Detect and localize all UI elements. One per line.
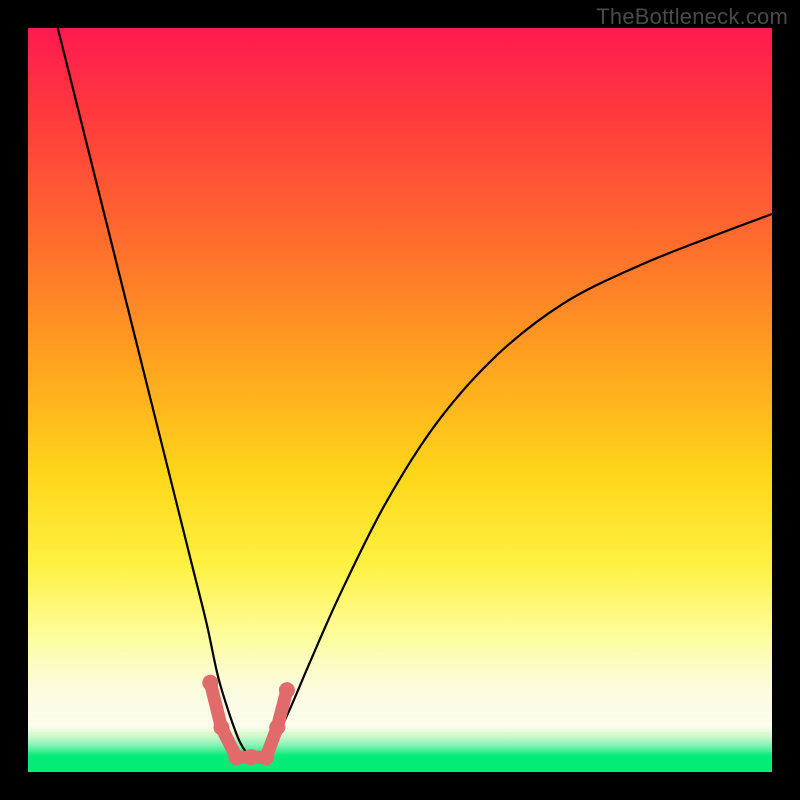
bottleneck-curve xyxy=(28,28,772,759)
marker-point xyxy=(213,719,229,735)
optimal-range-markers xyxy=(202,675,295,765)
marker-point xyxy=(269,719,285,735)
marker-point xyxy=(258,749,274,765)
plot-area xyxy=(28,28,772,772)
marker-point xyxy=(243,749,259,765)
chart-container: TheBottleneck.com xyxy=(0,0,800,800)
marker-point xyxy=(279,682,295,698)
marker-point xyxy=(202,675,218,691)
curves-svg xyxy=(28,28,772,772)
watermark-text: TheBottleneck.com xyxy=(596,4,788,30)
marker-point xyxy=(228,749,244,765)
